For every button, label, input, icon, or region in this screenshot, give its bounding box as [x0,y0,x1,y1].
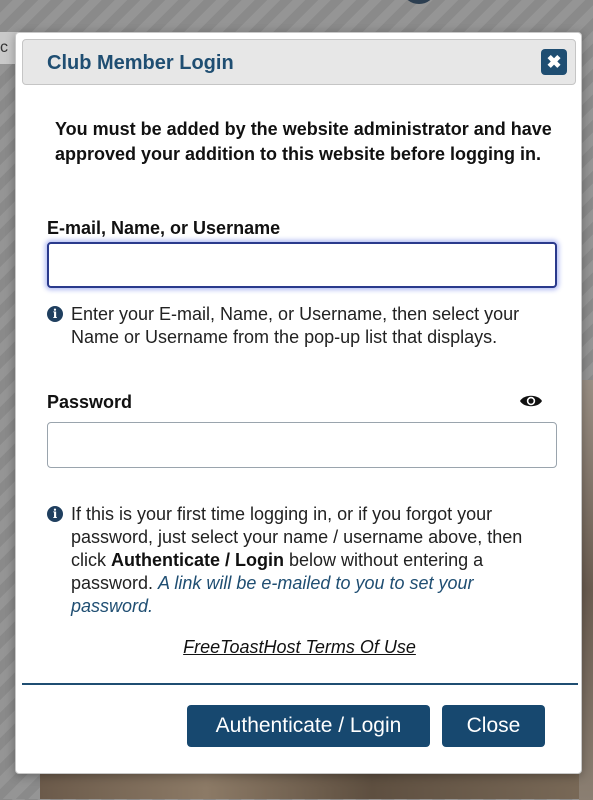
footer-divider [22,683,578,685]
password-help: i If this is your first time logging in,… [47,503,547,618]
username-input[interactable] [47,242,557,288]
intro-message: You must be added by the website adminis… [55,119,552,164]
password-help-text: If this is your first time logging in, o… [47,503,547,618]
info-icon: i [47,506,63,522]
login-modal: Club Member Login ✖ You must be added by… [15,32,582,774]
modal-header: Club Member Login ✖ [22,39,576,85]
password-input[interactable] [47,422,557,468]
password-label: Password [47,392,133,412]
eye-icon[interactable] [519,393,543,409]
authenticate-login-button[interactable]: Authenticate / Login [187,705,430,747]
username-help-text: Enter your E-mail, Name, or Username, th… [71,304,520,347]
info-icon: i [47,306,63,322]
username-label: E-mail, Name, or Username [47,218,281,238]
username-help: i Enter your E-mail, Name, or Username, … [47,303,547,349]
close-button[interactable]: Close [442,705,545,747]
background-avatar [404,0,434,4]
close-icon[interactable]: ✖ [541,49,567,75]
password-help-emphasis: Authenticate / Login [111,550,284,570]
modal-title: Club Member Login [47,52,234,74]
terms-of-use-link[interactable]: FreeToastHost Terms Of Use [16,637,583,658]
